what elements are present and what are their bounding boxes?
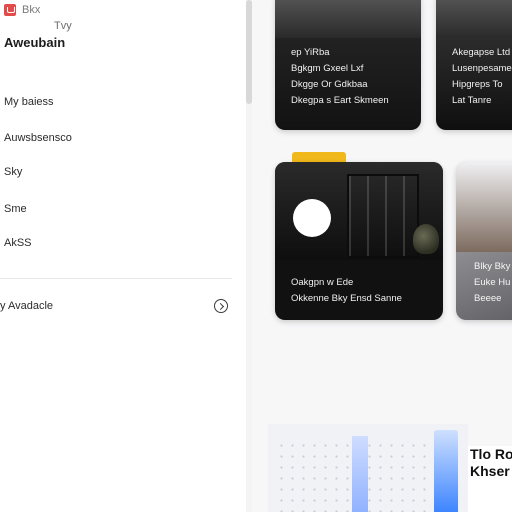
sidebar-topbar: Bkx xyxy=(4,2,40,18)
card-b-line-4: Lat Tanre xyxy=(452,95,492,106)
sidebar-item-5[interactable]: AkSS xyxy=(4,237,32,249)
sidebar-footer-label[interactable]: y Avadacle xyxy=(0,300,53,312)
card-a-line-2: Bgkgm Gxeel Lxf xyxy=(291,63,364,74)
card-a-line-4: Dkegpa s Eart Skmeen xyxy=(291,95,389,106)
card-b-line-2: Lusenpesamean xyxy=(452,63,512,74)
sidebar-item-4[interactable]: Sme xyxy=(4,203,27,215)
sidebar-divider xyxy=(0,278,232,279)
card-c-highlight-tab xyxy=(292,152,346,162)
top-label-1[interactable]: Bkx xyxy=(22,4,40,16)
card-c-plant-art xyxy=(413,224,439,254)
card-c-white-circle xyxy=(293,199,331,237)
bottom-right-title-line-2: Khser xyxy=(470,463,510,479)
chevron-right-circle-icon[interactable] xyxy=(214,299,228,313)
card-c-line-1: Oakgpn w Ede xyxy=(291,277,354,288)
card-b-image xyxy=(436,0,512,38)
sidebar-item-1[interactable]: My baiess xyxy=(4,96,54,108)
card-a-image xyxy=(275,0,421,38)
card-a[interactable]: ep YiRba Bgkgm Gxeel Lxf Dkgge Or Gdkbaa… xyxy=(275,0,421,130)
blue-bar-2 xyxy=(434,430,458,512)
bottom-right-note: Tlo Ro Khser xyxy=(468,446,512,512)
card-d[interactable]: Blky Bky Euke Hu Beeee xyxy=(456,162,512,320)
card-d-line-3: Beeee xyxy=(474,293,502,304)
blue-bar-1 xyxy=(352,436,368,512)
top-label-2[interactable]: Tvy xyxy=(54,20,72,32)
card-c-line-2: Okkenne Bky Ensd Sanne xyxy=(291,293,402,304)
card-c-window-art xyxy=(347,174,419,258)
card-b-line-1: Akegapse Ltd xyxy=(452,47,511,58)
card-a-line-1: ep YiRba xyxy=(291,47,330,58)
sidebar-item-3[interactable]: Sky xyxy=(4,166,22,178)
sidebar: Bkx Tvy Aweubain My baiess Auwsbsensco S… xyxy=(0,0,248,512)
card-a-line-3: Dkgge Or Gdkbaa xyxy=(291,79,368,90)
app-window: Bkx Tvy Aweubain My baiess Auwsbsensco S… xyxy=(0,0,512,512)
card-d-image xyxy=(456,162,512,252)
app-icon[interactable] xyxy=(4,4,16,16)
sidebar-footer[interactable]: y Avadacle xyxy=(0,298,232,314)
sidebar-item-2[interactable]: Auwsbsensco xyxy=(4,132,72,144)
sidebar-title: Aweubain xyxy=(4,35,66,50)
card-d-line-2: Euke Hu xyxy=(474,277,511,288)
card-b-line-3: Hipgreps To xyxy=(452,79,503,90)
card-b[interactable]: Akegapse Ltd Lusenpesamean Hipgreps To L… xyxy=(436,0,512,130)
card-c[interactable]: Oakgpn w Ede Okkenne Bky Ensd Sanne xyxy=(275,162,443,320)
bottom-right-title-line-1: Tlo Ro xyxy=(470,446,512,462)
card-d-line-1: Blky Bky xyxy=(474,261,511,272)
